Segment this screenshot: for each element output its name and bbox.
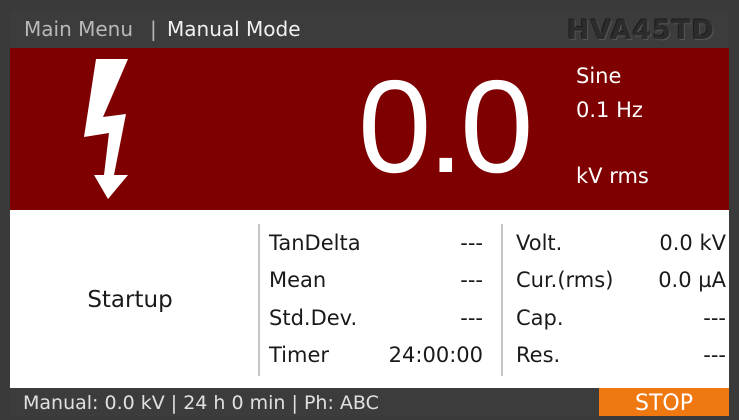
- measurement-value: ---: [460, 231, 483, 255]
- measurement-label: Volt.: [516, 231, 563, 255]
- measurement-value: ---: [703, 343, 726, 367]
- measurement-row-voltage: Volt. 0.0 kV: [516, 231, 726, 259]
- startup-status: Startup: [87, 287, 173, 313]
- measurement-row-tandelta: TanDelta ---: [269, 231, 483, 259]
- measurement-row-capacitance: Cap. ---: [516, 306, 726, 334]
- status-bar: Manual: 0.0 kV | 24 h 0 min | Ph: ABC ST…: [10, 388, 729, 416]
- measurement-label: Std.Dev.: [269, 306, 358, 330]
- waveform-label: Sine: [576, 64, 622, 88]
- measurement-row-timer: Timer 24:00:00: [269, 343, 483, 371]
- measurement-value: 0.0 kV: [659, 231, 726, 255]
- high-voltage-bolt-icon: [84, 59, 128, 199]
- stop-button[interactable]: STOP: [599, 388, 729, 416]
- measurement-label: Cap.: [516, 306, 564, 330]
- frequency-label: 0.1 Hz: [576, 98, 643, 122]
- measurement-row-mean: Mean ---: [269, 268, 483, 296]
- voltage-panel: 0.0 Sine 0.1 Hz kV rms: [10, 48, 729, 210]
- measurement-row-resistance: Res. ---: [516, 343, 726, 371]
- model-logo: HVA45TD: [567, 15, 715, 46]
- current-mode-title: Manual Mode: [167, 17, 301, 41]
- breadcrumb-separator: |: [150, 17, 157, 41]
- measurement-value: 0.0 µA: [658, 268, 726, 292]
- status-text: Manual: 0.0 kV | 24 h 0 min | Ph: ABC: [23, 392, 379, 414]
- main-menu-link[interactable]: Main Menu: [24, 17, 133, 41]
- measurement-value: ---: [460, 268, 483, 292]
- measurement-value: ---: [703, 306, 726, 330]
- measurement-panel: Startup TanDelta --- Mean --- Std.Dev. -…: [10, 210, 729, 388]
- measurement-row-stddev: Std.Dev. ---: [269, 306, 483, 334]
- voltage-unit-label: kV rms: [576, 164, 649, 188]
- measurement-label: Timer: [269, 343, 330, 367]
- device-screen: Main Menu | Manual Mode HVA45TD 0.0 Sine…: [0, 0, 739, 416]
- column-divider: [501, 224, 503, 376]
- measurement-label: Res.: [516, 343, 561, 367]
- measurement-label: Mean: [269, 268, 327, 292]
- measurement-label: TanDelta: [269, 231, 361, 255]
- column-divider: [258, 224, 260, 376]
- measurement-value: 24:00:00: [388, 343, 483, 367]
- header-bar: Main Menu | Manual Mode HVA45TD: [10, 10, 729, 48]
- measurement-label: Cur.(rms): [516, 268, 614, 292]
- output-voltage-value: 0.0: [358, 53, 533, 200]
- measurement-row-current: Cur.(rms) 0.0 µA: [516, 268, 726, 296]
- measurement-value: ---: [460, 306, 483, 330]
